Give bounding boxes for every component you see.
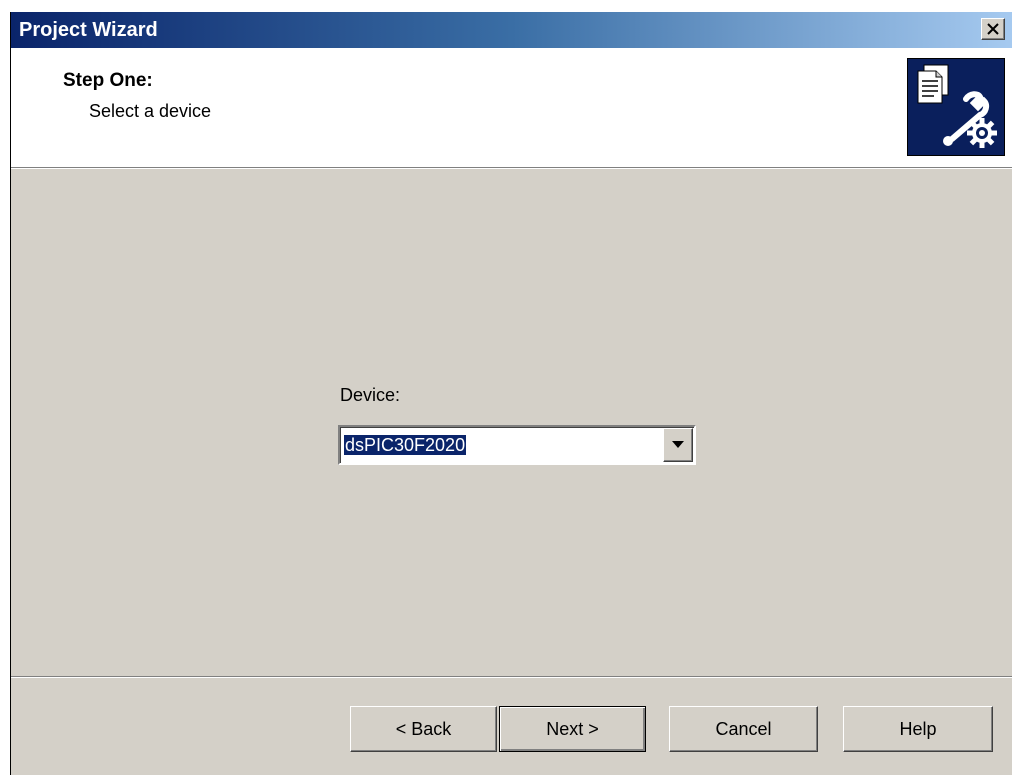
- device-label: Device:: [340, 385, 401, 405]
- next-button[interactable]: Next >: [499, 706, 646, 752]
- dropdown-button[interactable]: [663, 428, 693, 462]
- step-subtitle: Select a device: [89, 101, 212, 121]
- help-button[interactable]: Help: [843, 706, 993, 752]
- back-button[interactable]: < Back: [350, 706, 497, 752]
- project-wizard-window: Project Wizard Step One: Select a device: [10, 12, 1012, 775]
- title-bar[interactable]: Project Wizard: [11, 12, 1012, 48]
- cancel-button[interactable]: Cancel: [669, 706, 818, 752]
- device-dropdown[interactable]: dsPIC30F2020: [338, 425, 696, 465]
- device-selected-value[interactable]: dsPIC30F2020: [344, 435, 467, 455]
- close-icon: [987, 23, 999, 35]
- wizard-header: Step One: Select a device: [11, 48, 1012, 168]
- footer-separator: [11, 676, 1012, 678]
- window-title: Project Wizard: [19, 19, 158, 41]
- wizard-documents-wrench-gear-icon: [907, 58, 1005, 156]
- chevron-down-icon: [672, 441, 684, 448]
- close-button[interactable]: [981, 18, 1005, 40]
- step-title: Step One:: [63, 70, 153, 91]
